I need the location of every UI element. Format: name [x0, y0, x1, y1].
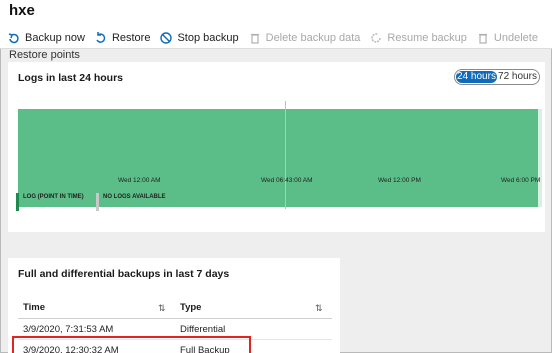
- legend-swatch: [96, 193, 99, 211]
- backup-now-button[interactable]: Backup now: [8, 32, 85, 44]
- resume-backup-label: Resume backup: [387, 32, 467, 44]
- row-type: Differential: [180, 324, 226, 335]
- logs-card: Logs in last 24 hours 24 hours 72 hours …: [8, 62, 545, 232]
- undelete-icon: [478, 33, 487, 44]
- legend-label: LOG (POINT IN TIME): [23, 194, 84, 200]
- backups-card: Full and differential backups in last 7 …: [8, 258, 340, 353]
- trash-icon: [250, 33, 259, 44]
- timeline-tick: Wed 06:43:00 AM: [261, 177, 313, 184]
- timeline-tick: Wed 12:00 PM: [378, 177, 421, 184]
- restore-button[interactable]: Restore: [95, 32, 151, 44]
- log-timeline-edge: [538, 109, 542, 207]
- stop-backup-button[interactable]: Stop backup: [160, 32, 239, 44]
- restore-label: Restore: [111, 32, 151, 44]
- delete-backup-data-label: Delete backup data: [265, 32, 361, 44]
- column-header-type[interactable]: Type: [180, 302, 201, 313]
- backup-icon: [8, 33, 19, 44]
- time-range-toggle: 24 hours 72 hours: [454, 69, 540, 85]
- delete-backup-data-button[interactable]: Delete backup data: [249, 32, 361, 44]
- restore-icon: [96, 32, 106, 43]
- stop-icon: [160, 32, 173, 44]
- toggle-72-hours[interactable]: 72 hours: [497, 71, 538, 83]
- legend-label: NO LOGS AVAILABLE: [103, 194, 166, 200]
- legend-swatch: [16, 193, 19, 211]
- sort-icon[interactable]: ⇅: [315, 303, 323, 314]
- resume-backup-button[interactable]: Resume backup: [370, 32, 467, 44]
- row-time: 3/9/2020, 7:31:53 AM: [23, 324, 114, 335]
- column-header-time[interactable]: Time: [23, 302, 45, 313]
- toggle-24-hours[interactable]: 24 hours: [456, 71, 497, 83]
- toolbar: Backup now Restore Stop backup Delete ba…: [0, 28, 552, 49]
- legend-no-logs-available: NO LOGS AVAILABLE: [96, 193, 166, 211]
- backup-now-label: Backup now: [25, 32, 85, 44]
- undelete-button[interactable]: Undelete: [477, 32, 538, 44]
- timeline-marker-line: [285, 101, 286, 209]
- resume-icon: [371, 33, 382, 43]
- timeline-tick: Wed 6:00 PM: [501, 177, 541, 184]
- undelete-label: Undelete: [493, 32, 538, 44]
- page-title: hxe: [9, 2, 35, 19]
- backups-title: Full and differential backups in last 7 …: [18, 268, 230, 280]
- legend-log-point-in-time: LOG (POINT IN TIME): [16, 193, 84, 211]
- stop-backup-label: Stop backup: [177, 32, 239, 44]
- logs-title: Logs in last 24 hours: [18, 72, 124, 84]
- highlight-box: [12, 336, 251, 353]
- timeline-tick: Wed 12:00 AM: [118, 177, 161, 184]
- sort-icon[interactable]: ⇅: [158, 303, 166, 314]
- restore-points-label: Restore points: [9, 49, 80, 61]
- title-bar: hxe: [0, 0, 552, 28]
